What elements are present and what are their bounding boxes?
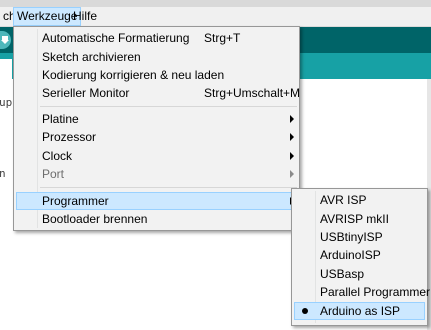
radio-bullet-icon	[302, 308, 308, 314]
menu-item-prozessor[interactable]: Prozessor	[16, 128, 297, 146]
menu-item-label: Parallel Programmer	[320, 285, 431, 299]
code-fragment: up	[0, 96, 13, 109]
programmer-option[interactable]: AVRISP mkII	[294, 210, 425, 228]
menu-item-label: Prozessor	[42, 130, 97, 144]
menu-item-label: Bootloader brennen	[42, 212, 148, 226]
menu-item-label: AVR ISP	[320, 193, 367, 207]
menu-hilfe[interactable]: Hilfe	[70, 7, 100, 26]
menu-separator	[40, 106, 297, 107]
menu-item-shortcut: Strg+T	[204, 31, 241, 45]
programmer-option[interactable]: Parallel Programmer	[294, 283, 430, 301]
menu-item-label: Port	[42, 167, 65, 181]
menu-item-label: Arduino as ISP	[320, 304, 401, 318]
menu-item-label: Serieller Monitor	[42, 86, 130, 100]
programmer-option[interactable]: ArduinoISP	[294, 246, 425, 264]
programmer-option[interactable]: USBtinyISP	[294, 228, 425, 246]
menu-item-label: Clock	[42, 149, 73, 163]
menu-item-label: USBtinyISP	[320, 230, 383, 244]
menu-item-label: Sketch archivieren	[42, 50, 141, 64]
menu-item-fix-encoding[interactable]: Kodierung korrigieren & neu laden	[16, 66, 297, 84]
menu-item-label: ArduinoISP	[320, 248, 381, 262]
menu-item-programmer[interactable]: Programmer	[16, 192, 297, 210]
menu-item-clock[interactable]: Clock	[16, 147, 297, 165]
sketch-tab[interactable]	[0, 59, 12, 79]
menu-item-auto-format[interactable]: Automatische Formatierung Strg+T	[16, 29, 297, 47]
menu-item-label: Programmer	[42, 194, 109, 208]
menu-item-label: Platine	[42, 112, 79, 126]
menu-item-label: Automatische Formatierung	[42, 31, 190, 45]
submenu-arrow-icon	[290, 170, 294, 178]
menu-item-label: USBasp	[320, 267, 365, 281]
menu-item-platine[interactable]: Platine	[16, 110, 297, 128]
submenu-arrow-icon	[290, 115, 294, 123]
menu-item-port[interactable]: Port	[16, 165, 297, 183]
programmer-submenu: AVR ISP AVRISP mkII USBtinyISP ArduinoIS…	[291, 188, 430, 326]
menu-item-archive-sketch[interactable]: Sketch archivieren	[16, 48, 297, 66]
menu-bar: ch Werkzeuge Hilfe	[0, 7, 431, 27]
tools-menu: Automatische Formatierung Strg+T Sketch …	[13, 26, 300, 231]
submenu-arrow-icon	[290, 133, 294, 141]
submenu-arrow-icon	[290, 152, 294, 160]
programmer-option-selected[interactable]: Arduino as ISP	[294, 302, 425, 320]
menu-item-shortcut: Strg+Umschalt+M	[204, 86, 301, 100]
menu-item-serial-monitor[interactable]: Serieller Monitor Strg+Umschalt+M	[16, 84, 301, 102]
menu-item-label: AVRISP mkII	[320, 212, 389, 226]
programmer-option[interactable]: AVR ISP	[294, 191, 425, 209]
download-icon	[1, 36, 9, 44]
menu-item-label: Kodierung korrigieren & neu laden	[42, 68, 225, 82]
menu-separator	[40, 187, 297, 188]
menu-item-burn-bootloader[interactable]: Bootloader brennen	[16, 210, 297, 228]
programmer-option[interactable]: USBasp	[294, 265, 425, 283]
